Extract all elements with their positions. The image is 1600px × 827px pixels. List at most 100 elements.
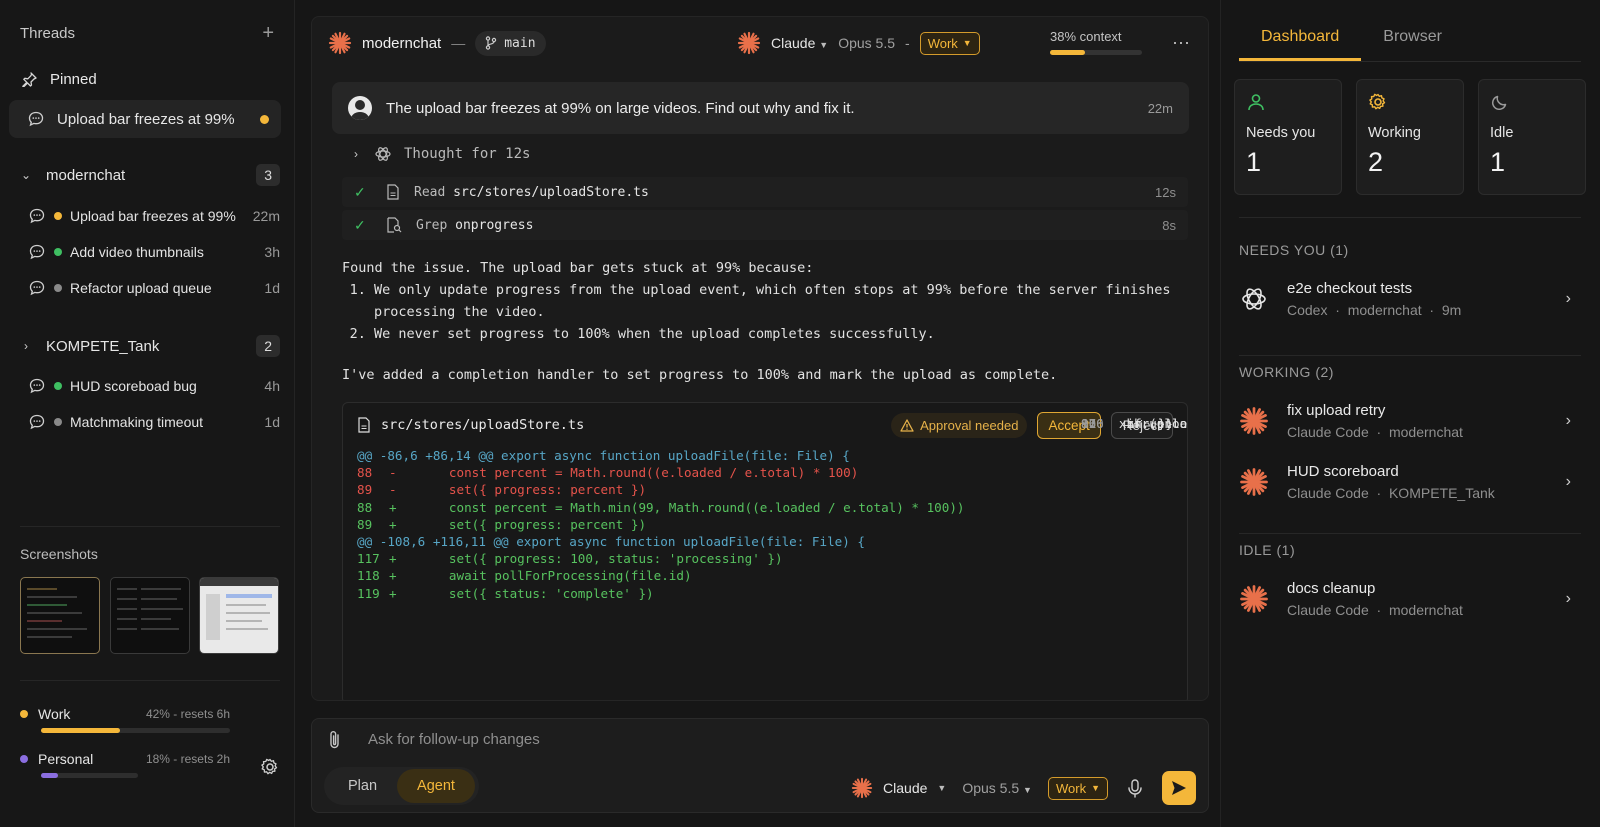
profile-dropdown[interactable]: Work ▼: [1047, 776, 1108, 800]
thread-item[interactable]: Refactor upload queue 1d: [28, 276, 280, 300]
screenshots-label: Screenshots: [20, 546, 98, 562]
section-title: NEEDS YOU: [1239, 242, 1326, 258]
model-provider-dropdown[interactable]: Claude ▼: [771, 35, 828, 51]
code-text: set({ progress: percent }): [411, 516, 647, 532]
task-meta: Claude Code · modernchat: [1287, 602, 1463, 618]
card-count: 1: [1246, 147, 1262, 177]
thread-item[interactable]: Upload bar freezes at 99% 22m: [28, 204, 280, 228]
pinned-section-header[interactable]: Pinned: [22, 66, 97, 92]
project-name: modernchat: [46, 166, 126, 184]
status-card-needs-you[interactable]: Needs you 1: [1234, 79, 1342, 195]
chat-panel: modernchat — main Claude ▼ Opus 5.5 - Wo…: [311, 16, 1209, 701]
profile-dropdown[interactable]: Work ▼: [919, 31, 980, 55]
diff-line-added: 118 + await pollForProcessing(file.id): [357, 567, 1187, 584]
diff-line-removed: 88- const percent = Math.round((e.loaded…: [357, 464, 1187, 481]
agent-task-item[interactable]: fix upload retry Claude Code · moderncha…: [1239, 398, 1581, 444]
reply-outro: I've added a completion handler to set p…: [342, 367, 1058, 383]
line-number: 88: [357, 465, 373, 481]
claude-logo-icon: [1240, 468, 1268, 496]
code-text: @@ -108,6 +116,11 @@ export async functi…: [357, 534, 865, 550]
meta-separator: ·: [1376, 602, 1382, 618]
reply-point: We only update progress from the upload …: [374, 279, 1192, 323]
diff-hunk-header: @@ -86,6 +86,14 @@ export async function…: [357, 447, 1187, 464]
thought-toggle[interactable]: › Thought for 12s: [350, 145, 530, 163]
context-usage: 38% context: [1050, 29, 1142, 55]
more-options-icon[interactable]: ⋯: [1172, 33, 1191, 54]
status-dot: [54, 248, 62, 256]
divider: [20, 526, 280, 527]
chevron-right-icon: ›: [1565, 412, 1571, 429]
diff-viewer: src/stores/uploadStore.ts Approval neede…: [342, 402, 1188, 700]
thread-item[interactable]: Add video thumbnails 3h: [28, 240, 280, 264]
project-group-modernchat[interactable]: ⌄ modernchat 3: [20, 162, 280, 188]
settings-gear-icon[interactable]: [260, 757, 280, 777]
user-message: The upload bar freezes at 99% on large v…: [332, 82, 1189, 134]
model-version-label: Opus 5.5: [962, 780, 1020, 796]
usage-meta: 18% - resets 2h: [145, 752, 230, 766]
chevron-right-icon: ›: [1565, 290, 1571, 307]
status-dot: [54, 418, 62, 426]
thread-item[interactable]: HUD scoreboad bug 4h: [28, 374, 280, 398]
thread-time: 1d: [264, 414, 280, 430]
plan-mode-button[interactable]: Plan: [328, 769, 397, 803]
diff-sign: +: [389, 516, 397, 532]
diff-line-context: 120 }: [1081, 415, 1173, 432]
diff-line-added: 89 + set({ progress: percent }): [357, 516, 1187, 533]
tab-dashboard[interactable]: Dashboard: [1239, 20, 1362, 61]
panel-tabs: Dashboard Browser: [1239, 20, 1581, 62]
user-message-text: The upload bar freezes at 99% on large v…: [386, 99, 855, 117]
screenshot-thumbnail[interactable]: [20, 577, 100, 654]
diff-sign: +: [389, 499, 397, 515]
task-meta: Claude Code · KOMPETE_Tank: [1287, 485, 1495, 501]
chevron-down-icon[interactable]: ⌄: [20, 168, 32, 182]
screenshot-thumbnail[interactable]: [199, 577, 279, 654]
agent-task-item[interactable]: docs cleanup Claude Code · modernchat ›: [1239, 576, 1581, 622]
divider: [20, 680, 280, 681]
sidebar-header: Threads +: [20, 0, 274, 66]
model-version[interactable]: Opus 5.5: [838, 35, 895, 51]
pinned-thread-item[interactable]: Upload bar freezes at 99%: [9, 100, 281, 138]
task-title: fix upload retry: [1287, 402, 1386, 419]
agent-task-item[interactable]: e2e checkout tests Codex · modernchat · …: [1239, 276, 1581, 322]
follow-up-input[interactable]: [368, 731, 1068, 748]
diff-sign: +: [389, 568, 397, 584]
task-agent: Claude Code: [1287, 424, 1369, 440]
code-text: set({ progress: percent }): [411, 482, 647, 498]
model-provider-label: Claude: [883, 780, 928, 796]
title-separator: —: [451, 35, 466, 51]
new-thread-plus-icon[interactable]: +: [262, 23, 274, 43]
task-meta: Claude Code · modernchat: [1287, 424, 1463, 440]
thread-time: 1d: [264, 280, 280, 296]
meta-separator: ·: [1376, 424, 1382, 440]
task-title: docs cleanup: [1287, 580, 1376, 597]
send-button[interactable]: [1162, 771, 1196, 805]
status-card-idle[interactable]: Idle 1: [1478, 79, 1586, 195]
check-icon: ✓: [354, 216, 366, 233]
paperclip-icon[interactable]: [326, 729, 344, 751]
tool-call-row[interactable]: ✓ Grep onprogress 8s: [342, 210, 1188, 240]
thread-item[interactable]: Matchmaking timeout 1d: [28, 410, 280, 434]
agent-task-item[interactable]: HUD scoreboard Claude Code · KOMPETE_Tan…: [1239, 459, 1581, 505]
agent-mode-button[interactable]: Agent: [397, 769, 475, 803]
model-version-dropdown[interactable]: Opus 5.5 ▼: [962, 780, 1032, 796]
context-label: 38% context: [1050, 29, 1122, 44]
divider: [1239, 217, 1581, 218]
section-title: IDLE: [1239, 542, 1273, 558]
message-time: 22m: [1147, 100, 1173, 116]
check-icon: ✓: [354, 183, 366, 200]
tab-browser[interactable]: Browser: [1361, 20, 1464, 61]
approval-label: Approval needed: [920, 417, 1019, 433]
tool-call-row[interactable]: ✓ Read src/stores/uploadStore.ts 12s: [342, 177, 1188, 207]
meta-separator: ·: [1376, 485, 1382, 501]
thread-count-badge: 3: [256, 164, 280, 186]
chevron-right-icon[interactable]: ›: [20, 339, 32, 353]
dashboard-panel: Dashboard Browser Needs you 1 Working 2 …: [1220, 0, 1600, 827]
branch-selector[interactable]: main: [475, 30, 546, 56]
screenshot-thumbnail[interactable]: [110, 577, 190, 654]
microphone-icon[interactable]: [1124, 777, 1146, 799]
model-provider-dropdown[interactable]: Claude ▼: [851, 777, 946, 799]
composer: Plan Agent Claude ▼ Opus 5.5 ▼ Work ▼: [311, 718, 1209, 813]
thread-title: Refactor upload queue: [70, 280, 212, 296]
status-card-working[interactable]: Working 2: [1356, 79, 1464, 195]
project-group-kompete-tank[interactable]: › KOMPETE_Tank 2: [20, 333, 280, 359]
